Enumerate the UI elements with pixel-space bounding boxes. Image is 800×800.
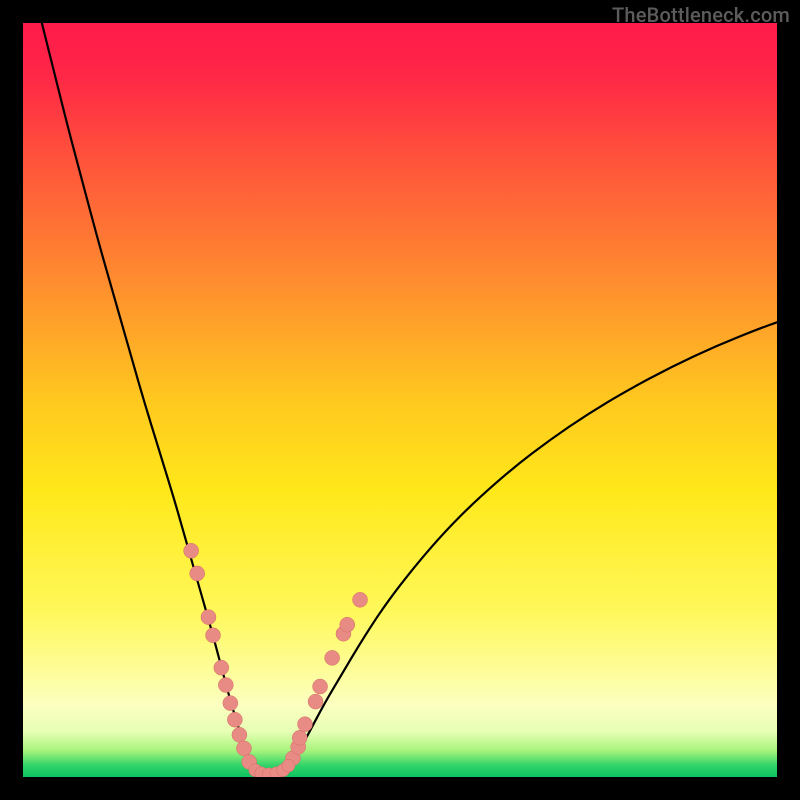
data-dot [292, 730, 307, 745]
data-dot [313, 679, 328, 694]
data-dot [325, 650, 340, 665]
plot-area [23, 23, 777, 777]
data-dot [184, 543, 199, 558]
data-dot [282, 759, 295, 772]
data-dot [206, 628, 221, 643]
data-dot [227, 712, 242, 727]
data-dot [190, 566, 205, 581]
data-dot [218, 678, 233, 693]
chart-frame: TheBottleneck.com [0, 0, 800, 800]
data-dot [298, 717, 313, 732]
data-dot [308, 694, 323, 709]
data-dot [236, 741, 251, 756]
watermark-text: TheBottleneck.com [612, 3, 790, 27]
data-dot [223, 696, 238, 711]
gradient-background [23, 23, 777, 777]
data-dot [232, 727, 247, 742]
plot-svg [23, 23, 777, 777]
data-dot [353, 592, 368, 607]
data-dot [201, 610, 216, 625]
data-dot [340, 617, 355, 632]
data-dot [214, 660, 229, 675]
